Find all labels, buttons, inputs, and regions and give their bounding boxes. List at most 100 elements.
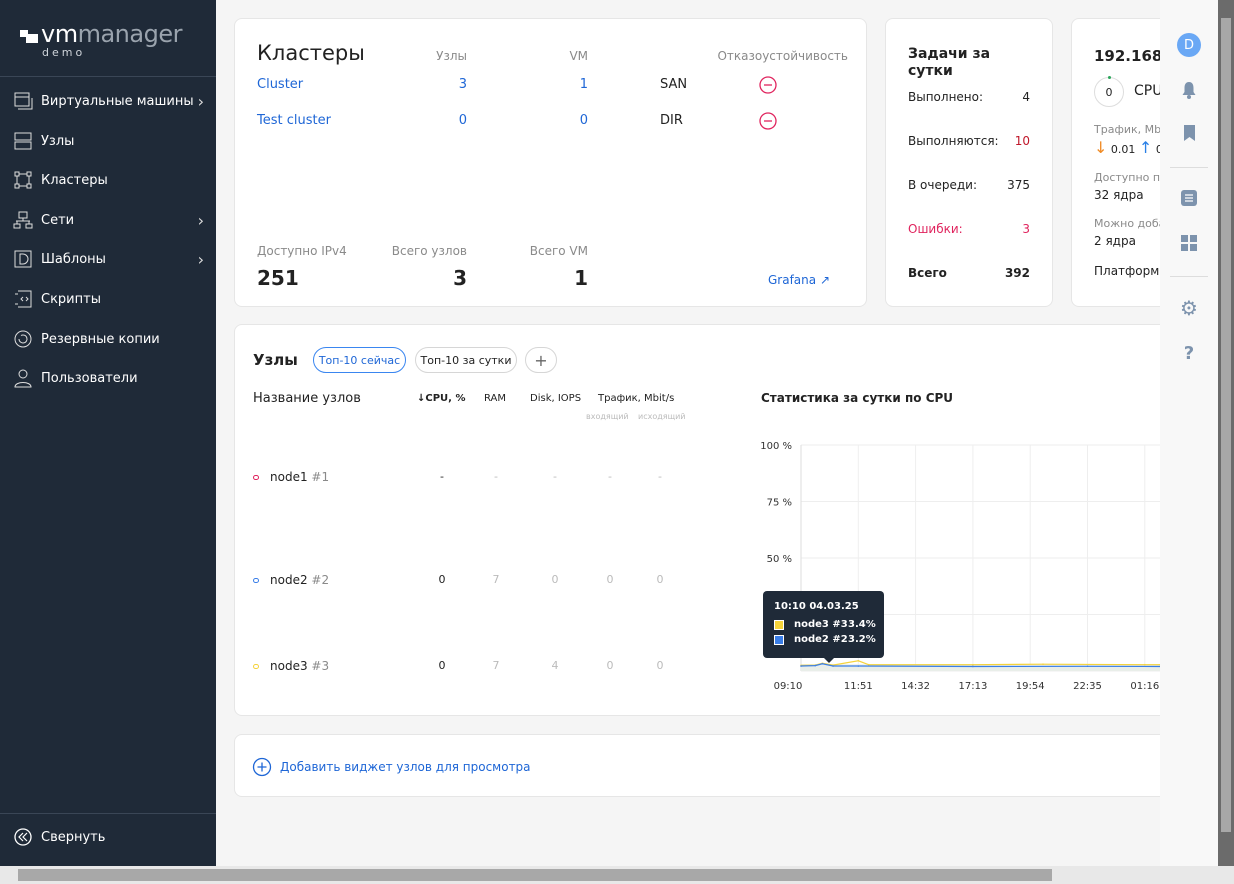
node-cpu: 0 xyxy=(438,573,446,586)
node-disk: - xyxy=(553,470,557,483)
avail-value: 32 ядра xyxy=(1094,188,1144,202)
data-point xyxy=(867,663,870,666)
data-point xyxy=(1144,663,1146,666)
x-tick-label: 22:35 xyxy=(1073,681,1102,692)
sidebar-item-label: Пользователи xyxy=(41,370,138,386)
sidebar-item-6[interactable]: Резервные копии xyxy=(0,321,216,357)
collapse-icon xyxy=(13,827,33,847)
sidebar-item-1[interactable]: Узлы xyxy=(0,123,216,159)
horizontal-scrollbar[interactable] xyxy=(0,866,1234,884)
col-traffic[interactable]: Трафик, Mbit/s xyxy=(598,393,674,404)
vertical-scrollbar[interactable] xyxy=(1218,0,1234,866)
cpu-gauge: 0 xyxy=(1094,76,1124,107)
col-vm: VM xyxy=(569,49,588,63)
sidebar-item-label: Узлы xyxy=(41,133,75,149)
scroll-thumb-h[interactable] xyxy=(18,869,1052,881)
col-cpu-sort[interactable]: ↓CPU, % xyxy=(417,393,465,404)
node-id: #3 xyxy=(311,659,330,673)
data-point xyxy=(800,665,802,667)
col-ram[interactable]: RAM xyxy=(484,393,506,404)
col-traffic-in: входящий xyxy=(586,412,629,421)
data-point xyxy=(821,662,824,665)
cluster-nodes[interactable]: 0 xyxy=(415,113,467,128)
col-disk[interactable]: Disk, IOPS xyxy=(530,393,581,404)
node-id: #1 xyxy=(311,470,330,484)
user-avatar[interactable]: D xyxy=(1177,33,1201,57)
user-icon xyxy=(13,368,33,388)
grafana-label: Grafana xyxy=(768,273,817,287)
script-icon xyxy=(13,289,33,309)
y-tick-label: 50 % xyxy=(767,554,792,565)
x-tick-label: 14:32 xyxy=(901,681,930,692)
scroll-thumb[interactable] xyxy=(1221,18,1231,832)
col-ha: Отказоустойчивость xyxy=(717,49,848,63)
logo[interactable]: vmmanager demo xyxy=(20,20,182,76)
sidebar-item-4[interactable]: Шаблоны › xyxy=(0,241,216,277)
x-tick-label: 01:16 xyxy=(1130,681,1159,692)
divider xyxy=(1170,276,1208,277)
col-nodes: Узлы xyxy=(436,49,467,63)
node-in: 0 xyxy=(606,573,614,586)
node-name[interactable]: node1 #1 xyxy=(270,470,329,484)
sidebar-item-7[interactable]: Пользователи xyxy=(0,360,216,396)
tooltip-series: node3 #3 xyxy=(794,619,848,630)
cluster-vm[interactable]: 0 xyxy=(535,113,588,128)
sidebar-item-0[interactable]: Виртуальные машины › xyxy=(0,83,216,119)
divider xyxy=(1170,167,1208,168)
node-name[interactable]: node3 #3 xyxy=(270,659,329,673)
tab-top10-day[interactable]: Топ-10 за сутки xyxy=(415,347,517,373)
data-point xyxy=(857,665,860,667)
cluster-vm[interactable]: 1 xyxy=(535,77,588,92)
total-vm-value: 1 xyxy=(574,266,588,290)
nodes-title: Узлы xyxy=(253,351,298,369)
task-label: Ошибки: xyxy=(908,222,963,236)
cluster-nodes[interactable]: 3 xyxy=(415,77,467,92)
node-name[interactable]: node2 #2 xyxy=(270,573,329,587)
vm-icon xyxy=(13,91,33,111)
task-value: 4 xyxy=(1022,90,1030,104)
host-ip[interactable]: 192.168. xyxy=(1094,47,1160,65)
node-status-icon xyxy=(253,664,259,669)
settings-icon[interactable]: ⚙ xyxy=(1177,296,1201,320)
task-value: 3 xyxy=(1022,222,1030,236)
grafana-link[interactable]: Grafana ↗ xyxy=(768,273,830,287)
chevron-right-icon: › xyxy=(197,210,204,230)
help-icon[interactable]: ? xyxy=(1177,341,1201,365)
tooltip-value: 3.4% xyxy=(848,619,876,630)
network-icon xyxy=(13,210,33,230)
collapse-label: Свернуть xyxy=(41,829,106,845)
sidebar-item-5[interactable]: Скрипты xyxy=(0,281,216,317)
logo-mark-icon xyxy=(20,30,38,43)
node-ram: - xyxy=(494,470,498,483)
node-status-icon xyxy=(253,578,259,583)
ha-disabled-icon xyxy=(759,76,777,98)
cpu-label: CPU xyxy=(1134,83,1160,99)
external-link-icon: ↗ xyxy=(819,273,831,287)
arrow-down-icon: ↓ xyxy=(1094,138,1108,157)
node-ram: 7 xyxy=(492,659,500,672)
node-name-text: node3 xyxy=(270,659,308,673)
list-icon[interactable] xyxy=(1177,186,1201,210)
cluster-storage: DIR xyxy=(660,113,683,128)
chart-tooltip: 10:10 04.03.25 node3 #3 3.4% node2 #2 3.2% xyxy=(763,591,884,663)
bell-icon[interactable] xyxy=(1177,78,1201,102)
data-point xyxy=(814,664,817,667)
add-tab-button[interactable]: + xyxy=(525,347,557,373)
sidebar-item-2[interactable]: Кластеры xyxy=(0,162,216,198)
data-point xyxy=(1086,665,1089,668)
task-label: Выполняются: xyxy=(908,134,999,148)
cluster-name-link[interactable]: Test cluster xyxy=(257,113,331,128)
host-card-clip: 192.168. 0 CPU Трафик, Mbit ↓ 0.01 ↑ 0 Д… xyxy=(1071,18,1160,307)
cluster-storage: SAN xyxy=(660,77,688,92)
node-cpu: 0 xyxy=(438,659,446,672)
node-out: 0 xyxy=(656,659,664,672)
docs-icon[interactable] xyxy=(1177,121,1201,145)
traffic-in: 0.01 xyxy=(1110,143,1136,156)
tab-top10-now[interactable]: Топ-10 сейчас xyxy=(313,347,406,373)
collapse-button[interactable]: Свернуть xyxy=(0,819,216,855)
task-label: В очереди: xyxy=(908,178,977,192)
sidebar-item-3[interactable]: Сети › xyxy=(0,202,216,238)
dashboard-icon[interactable] xyxy=(1177,231,1201,255)
add-widget-button[interactable]: Добавить виджет узлов для просмотра xyxy=(252,757,531,777)
cluster-name-link[interactable]: Cluster xyxy=(257,77,303,92)
